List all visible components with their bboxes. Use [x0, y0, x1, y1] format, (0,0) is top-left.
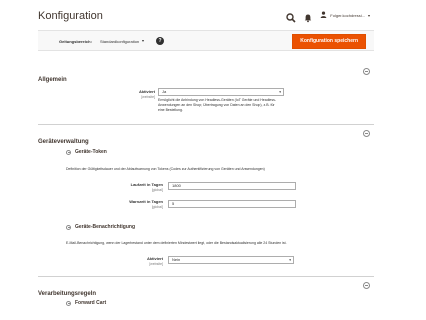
- chevron-down-icon[interactable]: ▾: [142, 38, 144, 43]
- bell-icon[interactable]: [303, 10, 313, 23]
- select-value: Nein: [172, 257, 181, 262]
- help-icon[interactable]: ?: [156, 37, 164, 45]
- enabled-select[interactable]: Ja ▾: [158, 88, 284, 96]
- subsection-title: Geräte-Benachrichtigung: [75, 224, 136, 230]
- lifetime-input[interactable]: 1800: [168, 182, 296, 190]
- field-label: Laufzeit in Tagen: [130, 182, 163, 187]
- section-title: Geräteverwaltung: [38, 139, 89, 145]
- warning-label: Warnzeit in Tagen [global]: [103, 199, 163, 209]
- enabled-note: Ermöglicht die Anbindung von Headless-Ge…: [158, 98, 277, 112]
- collapse-icon[interactable]: [66, 149, 71, 155]
- user-icon: [320, 11, 327, 19]
- save-config-button[interactable]: Konfiguration speichern: [292, 34, 366, 49]
- header-actions: Folger.kochdressi... ▾: [286, 10, 370, 23]
- section-rules[interactable]: Verarbeitungsregeln: [38, 282, 374, 300]
- divider: [38, 124, 374, 125]
- chevron-down-icon: ▾: [279, 90, 281, 94]
- collapse-icon[interactable]: [363, 282, 370, 289]
- section-title: Verarbeitungsregeln: [38, 291, 97, 297]
- field-label: Aktiviert: [138, 89, 155, 94]
- subsection-notifications[interactable]: Geräte-Benachrichtigung: [66, 224, 135, 230]
- subsection-title: Geräte-Token: [75, 149, 107, 155]
- warning-input[interactable]: 5: [168, 200, 296, 208]
- collapse-icon[interactable]: [363, 68, 370, 75]
- section-devices[interactable]: Geräteverwaltung: [38, 130, 374, 148]
- field-label: Warnzeit in Tagen: [129, 199, 163, 204]
- lifetime-label: Laufzeit in Tagen [global]: [103, 182, 163, 192]
- divider: [38, 276, 374, 277]
- scope-label: Geltungsbereich:: [59, 39, 92, 44]
- user-menu[interactable]: Folger.kochdressi... ▾: [320, 11, 370, 19]
- subsection-forward-cart[interactable]: Forward Cart: [66, 300, 106, 306]
- select-value: Ja: [162, 89, 167, 94]
- collapse-icon[interactable]: [66, 224, 71, 230]
- tokens-description: Definition der Gültigkeitsdauer und der …: [66, 167, 265, 171]
- enabled-label: Aktiviert [website]: [95, 89, 155, 99]
- section-title: Allgemein: [38, 77, 67, 83]
- notifications-description: E-Mail-Benachrichtigung, wenn der Lagerb…: [66, 241, 287, 245]
- field-scope: [website]: [141, 95, 155, 99]
- subsection-title: Forward Cart: [75, 300, 107, 306]
- section-general[interactable]: Allgemein: [38, 68, 374, 86]
- collapse-icon[interactable]: [363, 130, 370, 137]
- subsection-tokens[interactable]: Geräte-Token: [66, 149, 107, 155]
- user-name: Folger.kochdressi...: [330, 12, 365, 18]
- chevron-down-icon: ▾: [289, 258, 291, 262]
- page-title: Konfiguration: [38, 10, 103, 22]
- field-scope: [global]: [151, 188, 163, 192]
- scope-bar: Geltungsbereich: Standardkonfiguration ▾…: [38, 30, 374, 51]
- notify-enabled-label: Aktiviert [website]: [103, 256, 163, 266]
- collapse-icon[interactable]: [66, 300, 71, 306]
- chevron-down-icon: ▾: [367, 12, 370, 18]
- field-label: Aktiviert: [146, 256, 163, 261]
- search-icon[interactable]: [286, 10, 296, 23]
- field-scope: [global]: [151, 205, 163, 209]
- scope-switcher[interactable]: Standardkonfiguration: [100, 39, 139, 44]
- field-scope: [website]: [149, 262, 163, 266]
- notify-enabled-select[interactable]: Nein ▾: [168, 256, 294, 264]
